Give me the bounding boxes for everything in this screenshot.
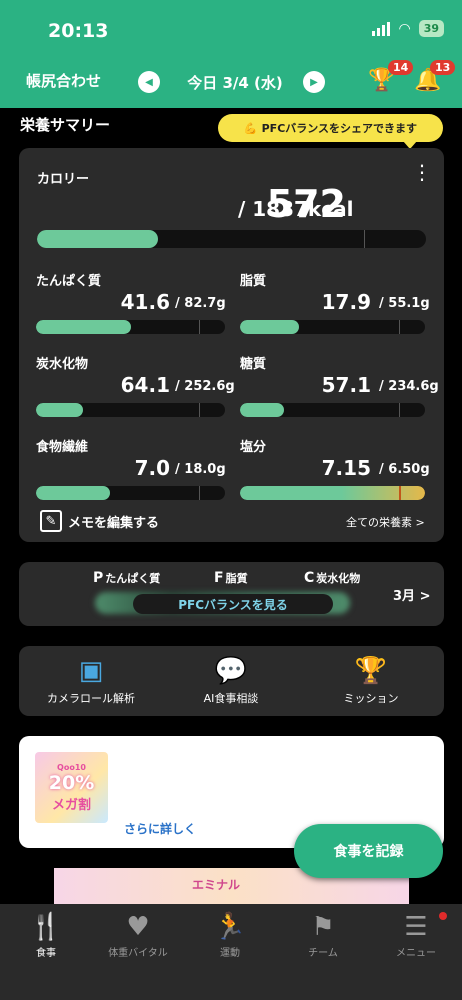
tab-team[interactable]: ⚑ チーム	[277, 910, 369, 959]
fork-knife-icon: 🍴	[29, 912, 63, 942]
sugar-label: 糖質	[240, 357, 267, 372]
edit-memo-link[interactable]: ✎ メモを編集する	[40, 510, 159, 532]
date-label[interactable]: 今日 3/4 (水)	[175, 72, 295, 93]
salt-progress-bar	[240, 486, 425, 500]
heart-icon: ♥	[126, 912, 150, 942]
record-meal-button[interactable]: 食事を記録	[294, 824, 443, 878]
carbs-value: 64.1	[120, 373, 170, 397]
view-pfc-button[interactable]: PFCバランスを見る	[133, 594, 333, 614]
carbs-progress-fill	[36, 403, 84, 417]
more-vertical-icon[interactable]: ⋮	[412, 160, 432, 184]
sugar-progress-bar	[240, 403, 425, 417]
trophy-icon: 🏆	[354, 656, 388, 686]
chevron-right-icon[interactable]: ▶	[303, 71, 325, 93]
sugar-value: 57.1	[321, 373, 371, 397]
ad-more-link[interactable]: さらに詳しく	[124, 820, 196, 837]
carbs-target: / 252.6g	[175, 379, 235, 394]
trophy-badge: 14	[388, 60, 414, 75]
camera-roll-analysis-button[interactable]: ▣ カメラロール解析	[26, 656, 156, 706]
ad-line-2: メガ割クーポンで20%割引！	[124, 802, 296, 817]
camera-roll-label: カメラロール解析	[47, 692, 135, 705]
promo-banner-text: エミナル	[192, 878, 241, 892]
protein-progress-fill	[36, 320, 131, 334]
fiber-progress-fill	[36, 486, 110, 500]
ad-title: Qoo10メガ割実施中！	[124, 755, 273, 771]
salt-target: / 6.50g	[379, 462, 430, 477]
bell-badge: 13	[430, 60, 456, 75]
mission-button[interactable]: 🏆 ミッション	[306, 656, 436, 706]
edit-icon: ✎	[40, 510, 62, 532]
ai-meal-consult-button[interactable]: 💬 AI食事相談	[166, 656, 296, 706]
tab-weight-vital-label: 体重バイタル	[108, 948, 168, 959]
chevron-left-icon[interactable]: ◀	[138, 71, 160, 93]
flex-arm-icon: 💪	[243, 121, 258, 135]
signal-icon	[372, 21, 391, 36]
pfc-carb-label: C 炭水化物	[304, 570, 361, 586]
sugar-target: / 234.6g	[379, 379, 439, 394]
fiber-value: 7.0	[134, 456, 170, 480]
runner-icon: 🏃	[213, 912, 247, 942]
pfc-protein-label: P たんぱく質	[93, 570, 161, 586]
image-icon: ▣	[78, 656, 104, 686]
fat-target: / 55.1g	[379, 296, 430, 311]
pfc-fat-label: F 脂質	[214, 570, 248, 586]
battery-indicator: 39	[418, 20, 444, 37]
mission-label: ミッション	[343, 692, 399, 705]
calorie-target: / 1837kcal	[238, 197, 354, 221]
protein-target: / 82.7g	[175, 296, 226, 311]
salt-progress-fill	[240, 486, 425, 500]
tab-exercise[interactable]: 🏃 運動	[184, 910, 276, 959]
carbs-label: 炭水化物	[36, 357, 89, 372]
salt-label: 塩分	[240, 440, 267, 455]
flag-icon: ⚑	[311, 912, 335, 942]
sync-label[interactable]: 帳尻合わせ	[26, 70, 101, 91]
edit-memo-label: メモを編集する	[68, 515, 160, 531]
tab-meal-label: 食事	[36, 948, 56, 959]
all-nutrients-link[interactable]: 全ての栄養素 >	[346, 514, 425, 530]
fat-label: 脂質	[240, 274, 267, 289]
status-icons: ◠ 39	[372, 20, 444, 37]
fiber-target: / 18.0g	[175, 462, 226, 477]
fat-progress-fill	[240, 320, 300, 334]
wifi-icon: ◠	[398, 20, 411, 37]
menu-icon: ☰	[404, 912, 428, 942]
carbs-progress-bar	[36, 403, 225, 417]
tab-weight-vital[interactable]: ♥ 体重バイタル	[92, 910, 184, 959]
pfc-share-tooltip[interactable]: 💪 PFCバランスをシェアできます	[218, 114, 443, 149]
protein-label: たんぱく質	[36, 274, 102, 289]
tab-team-label: チーム	[308, 948, 338, 959]
fat-value: 17.9	[321, 290, 371, 314]
calorie-progress-bar	[37, 230, 426, 248]
menu-notification-dot	[439, 912, 447, 920]
calorie-progress-fill	[37, 230, 158, 248]
salt-value: 7.15	[321, 456, 371, 480]
protein-value: 41.6	[120, 290, 170, 314]
ai-meal-consult-label: AI食事相談	[203, 692, 259, 705]
tab-menu-label: メニュー	[396, 948, 436, 959]
summary-title: 栄養サマリー	[20, 116, 111, 134]
fat-progress-bar	[240, 320, 425, 334]
tab-menu[interactable]: ☰ メニュー	[370, 910, 462, 959]
sugar-progress-fill	[240, 403, 285, 417]
tab-exercise-label: 運動	[220, 948, 240, 959]
ad-image: Qoo10 20% メガ割	[35, 752, 108, 823]
ad-line-1: 今年初のメガ割は3/11（水）まで。	[124, 778, 335, 793]
protein-progress-bar	[36, 320, 225, 334]
status-time: 20:13	[48, 20, 109, 42]
chat-icon: 💬	[214, 656, 248, 686]
fiber-progress-bar	[36, 486, 225, 500]
pfc-share-tooltip-text: PFCバランスをシェアできます	[261, 122, 418, 135]
tab-meal[interactable]: 🍴 食事	[0, 910, 92, 959]
fiber-label: 食物繊維	[36, 440, 89, 455]
pfc-month-link[interactable]: 3月 >	[393, 585, 430, 604]
